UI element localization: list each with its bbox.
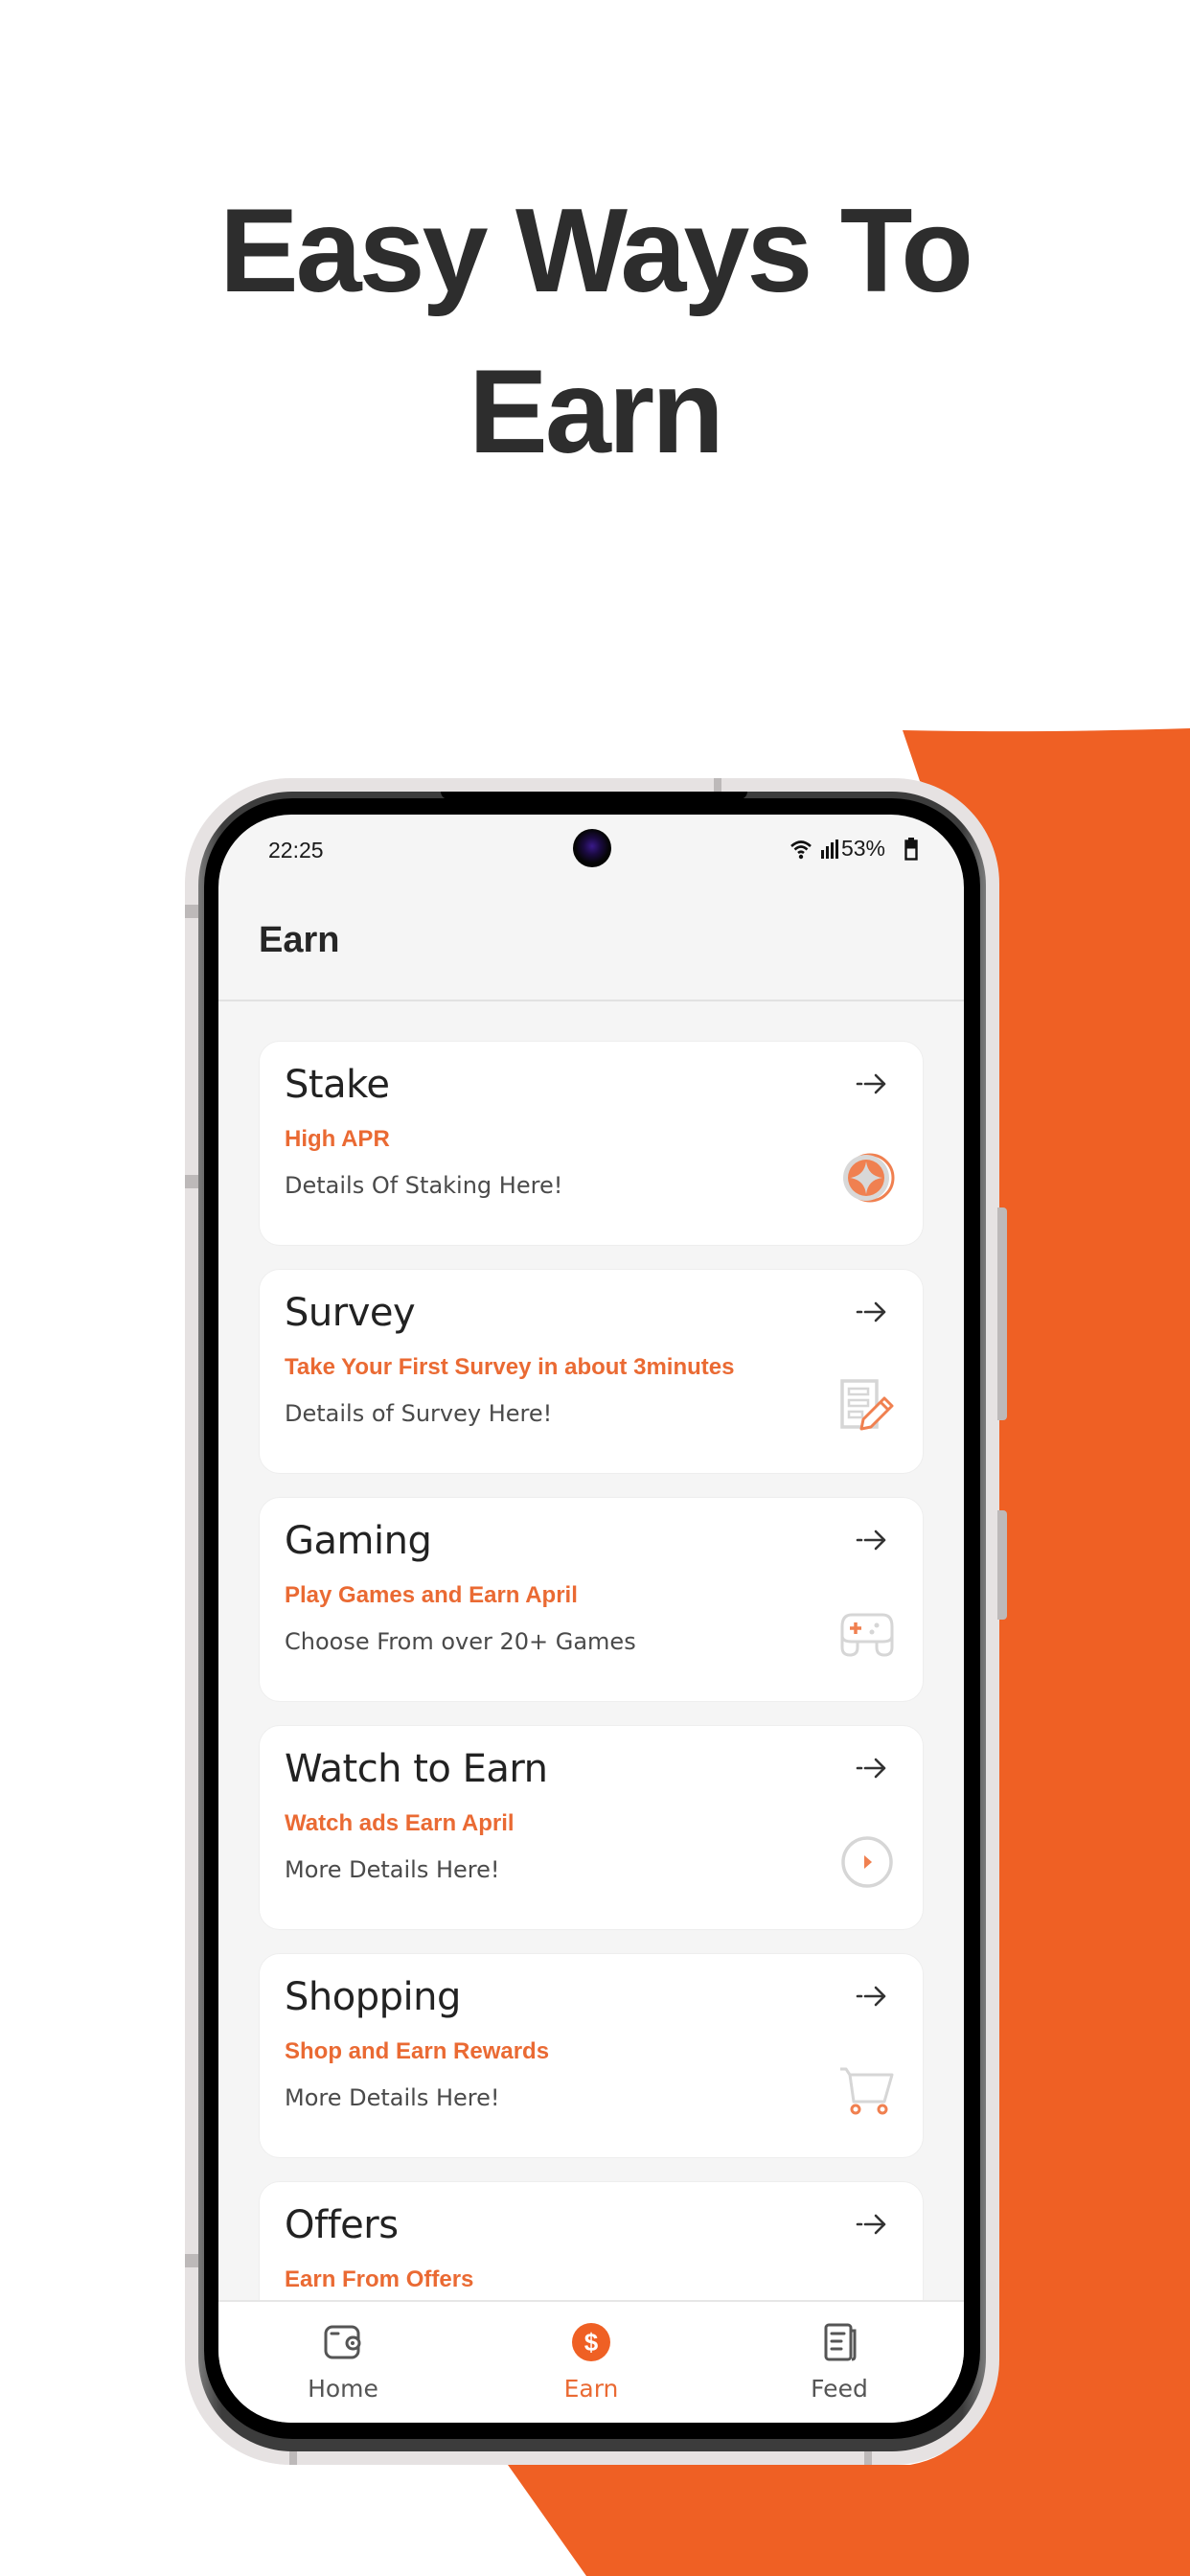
news-icon (824, 2323, 857, 2361)
earn-card-gaming[interactable]: Gaming Play Games and Earn April Choose … (259, 1497, 924, 1702)
nav-label: Home (308, 2375, 378, 2403)
arrow-right-icon[interactable] (856, 2211, 888, 2238)
earn-card-survey[interactable]: Survey Take Your First Survey in about 3… (259, 1269, 924, 1474)
card-title: Stake (285, 1063, 390, 1107)
nav-item-feed[interactable]: Feed (744, 2302, 935, 2423)
play-icon (841, 1836, 893, 1888)
card-subtitle: Take Your First Survey in about 3minutes (285, 1354, 735, 1380)
card-title: Survey (285, 1291, 416, 1335)
card-title: Gaming (285, 1519, 432, 1563)
coin-icon (843, 1153, 895, 1203)
headline-line-2: Earn (469, 346, 724, 478)
card-description: More Details Here! (285, 2084, 500, 2111)
card-description: Details Of Staking Here! (285, 1172, 563, 1199)
battery-icon (904, 837, 918, 861)
arrow-right-icon[interactable] (856, 1299, 888, 1325)
nav-item-earn[interactable]: $ Earn (495, 2302, 687, 2423)
headline-line-1: Easy Ways To (218, 185, 973, 317)
card-description: More Details Here! (285, 1856, 500, 1883)
arrow-right-icon[interactable] (856, 1527, 888, 1553)
page-headline: Easy Ways To Earn (0, 171, 1190, 493)
header-divider (218, 1000, 964, 1001)
card-description: Choose From over 20+ Games (285, 1628, 636, 1655)
nav-item-home[interactable]: Home (247, 2302, 439, 2423)
cart-icon (840, 2067, 894, 2115)
nav-label: Feed (811, 2375, 868, 2403)
card-title: Shopping (285, 1975, 461, 2019)
dollar-icon: $ (572, 2323, 610, 2361)
arrow-right-icon[interactable] (856, 1070, 888, 1097)
battery-percent: 53% (840, 836, 885, 861)
card-subtitle: Earn From Offers (285, 2266, 474, 2292)
phone-screen: 22:25 53% Earn Stake High APR Details Of… (218, 815, 964, 2423)
phone-top-notch (441, 792, 747, 799)
bottom-nav: Home $ Earn Feed (218, 2300, 964, 2423)
arrow-right-icon[interactable] (856, 1983, 888, 2010)
gamepad-icon (840, 1613, 894, 1657)
phone-side-button (997, 1510, 1007, 1620)
earn-card-shopping[interactable]: Shopping Shop and Earn Rewards More Deta… (259, 1953, 924, 2158)
wifi-icon (790, 840, 812, 859)
status-icons: 53% (790, 836, 918, 862)
phone-side-button (864, 2450, 872, 2465)
earn-card-stake[interactable]: Stake High APR Details Of Staking Here! (259, 1041, 924, 1246)
card-subtitle: Watch ads Earn April (285, 1810, 515, 1836)
nav-label: Earn (563, 2375, 619, 2403)
phone-side-button (289, 2450, 297, 2465)
arrow-right-icon[interactable] (856, 1755, 888, 1782)
card-title: Offers (285, 2203, 399, 2247)
earn-card-watch-to-earn[interactable]: Watch to Earn Watch ads Earn April More … (259, 1725, 924, 1930)
signal-icon (820, 839, 838, 859)
card-description: Details of Survey Here! (285, 1400, 553, 1427)
card-subtitle: Shop and Earn Rewards (285, 2038, 550, 2064)
phone-side-button (997, 1208, 1007, 1420)
survey-icon (840, 1379, 894, 1431)
card-title: Watch to Earn (285, 1747, 548, 1791)
card-subtitle: Play Games and Earn April (285, 1582, 578, 1608)
svg-text:$: $ (584, 2328, 599, 2357)
status-time: 22:25 (268, 838, 324, 862)
page-title: Earn (259, 920, 340, 960)
front-camera (573, 829, 611, 867)
status-bar: 22:25 53% (218, 815, 964, 891)
card-subtitle: High APR (285, 1126, 390, 1152)
wallet-icon (324, 2325, 361, 2359)
